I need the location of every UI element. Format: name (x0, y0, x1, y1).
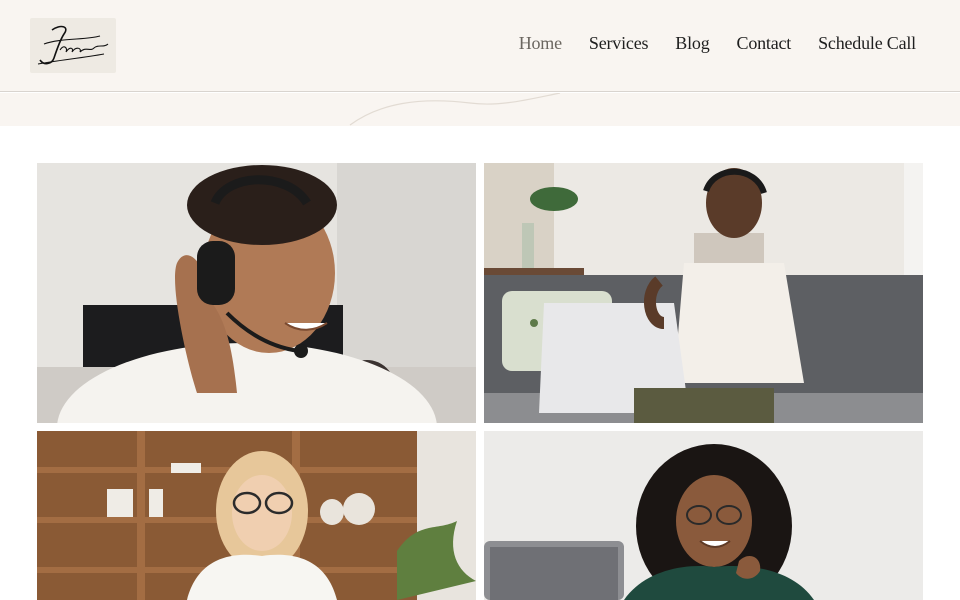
header-decoration-band (0, 93, 960, 126)
nav-services[interactable]: Services (589, 33, 649, 54)
nav-blog[interactable]: Blog (675, 33, 709, 54)
signature-logo-icon (37, 25, 109, 65)
logo[interactable] (30, 18, 116, 73)
site-header: Home Services Blog Contact Schedule Call (0, 0, 960, 92)
decorative-curve (349, 93, 561, 126)
woman-on-laptop-sofa-photo[interactable] (484, 163, 923, 423)
nav-schedule-call[interactable]: Schedule Call (818, 33, 916, 54)
nav-home[interactable]: Home (519, 33, 562, 54)
woman-with-glasses-bookshelf-photo[interactable] (37, 431, 476, 600)
woman-curly-hair-photo[interactable] (484, 431, 923, 600)
man-with-headset-photo[interactable] (37, 163, 476, 423)
photo-gallery (37, 163, 923, 600)
nav-contact[interactable]: Contact (737, 33, 792, 54)
main-nav: Home Services Blog Contact Schedule Call (519, 33, 916, 54)
